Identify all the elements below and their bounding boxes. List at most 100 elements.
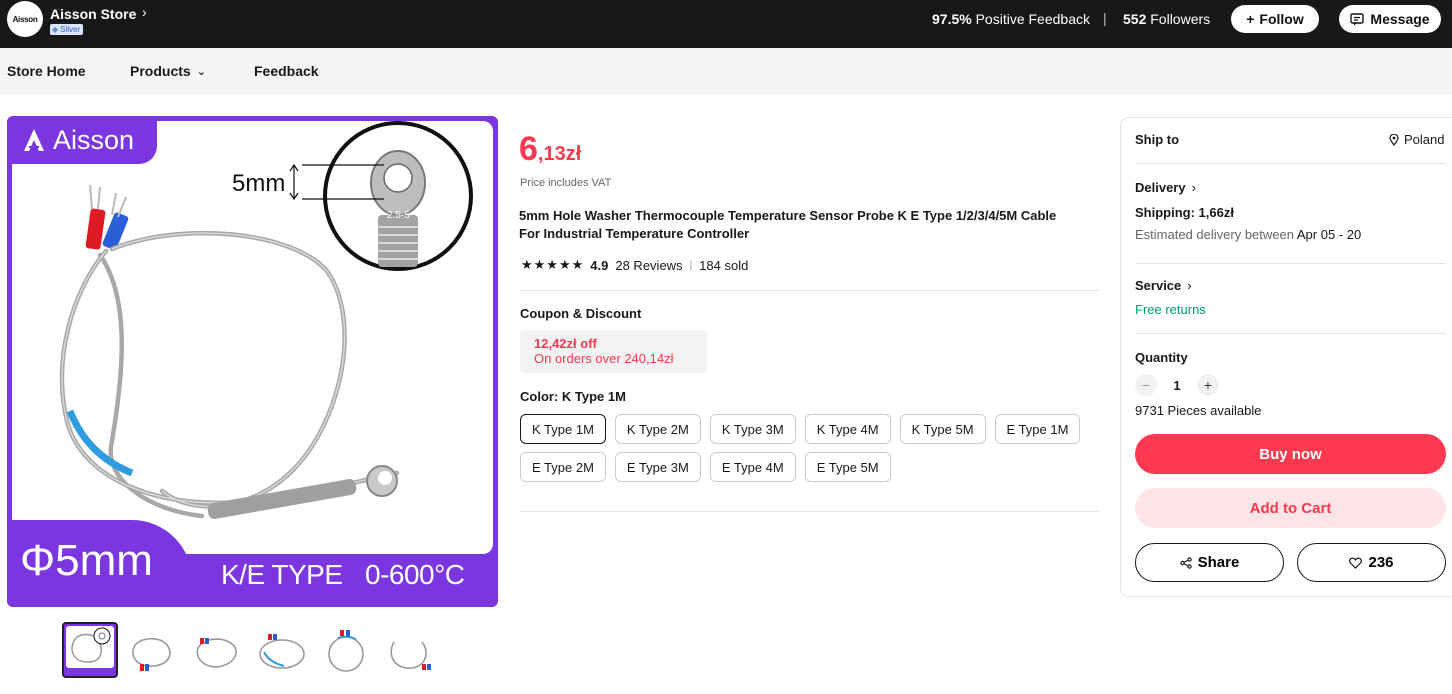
reviews-link[interactable]: 28 Reviews: [615, 258, 682, 273]
followers-count: 552: [1123, 11, 1147, 27]
coupon-heading: Coupon & Discount: [520, 306, 642, 321]
thumbnail[interactable]: [318, 622, 374, 678]
nav-feedback[interactable]: Feedback: [254, 63, 319, 79]
color-option[interactable]: E Type 5M: [804, 452, 891, 482]
star-rating-icon: ★★★★★: [521, 257, 585, 272]
color-option[interactable]: E Type 2M: [520, 452, 606, 482]
followers-label: Followers: [1150, 11, 1211, 27]
coupon-amount: 12,42zł off: [534, 336, 597, 351]
product-title: 5mm Hole Washer Thermocouple Temperature…: [519, 208, 1057, 241]
type-label: K/E TYPE: [221, 559, 343, 590]
followers: 552 Followers: [1123, 11, 1210, 27]
chat-icon: [1350, 12, 1365, 25]
follow-button[interactable]: + Follow: [1231, 5, 1319, 33]
nav-products[interactable]: Products ⌄: [130, 63, 206, 79]
decrease-quantity-button[interactable]: −: [1135, 374, 1157, 396]
chevron-right-icon: ›: [1187, 278, 1192, 293]
wishlist-button[interactable]: 236: [1297, 543, 1446, 582]
store-level-badge: ◆ Silver: [50, 24, 84, 35]
store-nav: Store Home Products ⌄ Feedback: [0, 48, 1452, 95]
product-photo-area: 2.5-5 5mm: [12, 121, 493, 554]
thumbnail-strip: [62, 622, 438, 678]
feedback-percent: 97.5%: [932, 11, 972, 27]
divider: [1135, 163, 1446, 164]
shipping-cost: Shipping: 1,66zł: [1135, 205, 1234, 220]
brand-logo-icon: [24, 129, 44, 151]
thumbnail[interactable]: [382, 622, 438, 678]
thumbnail[interactable]: [254, 622, 310, 678]
quantity-stepper: − 1 +: [1135, 374, 1219, 396]
price-integer: 6: [519, 130, 538, 168]
chevron-right-icon[interactable]: ›: [142, 4, 147, 20]
estimated-delivery: Estimated delivery between Apr 05 - 20: [1135, 227, 1361, 242]
wishlist-count: 236: [1368, 554, 1394, 571]
color-option[interactable]: K Type 2M: [614, 414, 701, 444]
header-divider: |: [1103, 10, 1107, 26]
color-heading: Color: K Type 1M: [520, 389, 626, 404]
rating-value: 4.9: [590, 257, 609, 273]
chevron-down-icon: ⌄: [196, 66, 206, 78]
color-option[interactable]: K Type 5M: [899, 414, 986, 444]
nav-products-label: Products: [130, 63, 191, 79]
divider: [519, 290, 1099, 291]
badge-icon: ◆: [52, 25, 59, 34]
share-icon: [1179, 556, 1192, 569]
location-pin-icon: [1389, 133, 1399, 146]
est-dates: Apr 05 - 20: [1296, 227, 1362, 242]
service-link[interactable]: Service ›: [1135, 278, 1192, 293]
quantity-label: Quantity: [1135, 350, 1188, 365]
divider: [1135, 263, 1446, 264]
destination-label: Poland: [1404, 132, 1445, 147]
message-button[interactable]: Message: [1339, 5, 1441, 33]
thermocouple-illustration: 2.5-5 5mm: [59, 121, 473, 519]
est-prefix: Estimated delivery between: [1135, 227, 1294, 242]
coupon-condition: On orders over 240,14zł: [534, 351, 674, 366]
share-label: Share: [1197, 554, 1240, 571]
rating-separator: |: [689, 259, 693, 271]
store-header: Aisson Aisson Store › ◆ Silver 97.5% Posi…: [0, 0, 1452, 48]
vat-note: Price includes VAT: [520, 177, 612, 189]
quantity-value[interactable]: 1: [1173, 378, 1181, 393]
share-button[interactable]: Share: [1135, 543, 1284, 582]
delivery-link[interactable]: Delivery ›: [1135, 180, 1196, 195]
message-label: Message: [1370, 11, 1430, 27]
price-decimal: ,13zł: [537, 143, 582, 165]
thumbnail[interactable]: [190, 622, 246, 678]
ring-size-label: 2.5-5: [387, 210, 410, 221]
buy-now-button[interactable]: Buy now: [1135, 434, 1446, 474]
heart-icon: [1349, 557, 1363, 569]
increase-quantity-button[interactable]: +: [1197, 374, 1219, 396]
ship-destination[interactable]: Poland: [1389, 132, 1444, 147]
delivery-label: Delivery: [1135, 180, 1186, 195]
sold-count: 184 sold: [699, 257, 749, 273]
color-option[interactable]: K Type 1M: [520, 414, 606, 444]
color-option[interactable]: K Type 3M: [709, 414, 796, 444]
ship-to-label: Ship to: [1135, 132, 1180, 147]
coupon-card[interactable]: 12,42zł off On orders over 240,14zł: [520, 330, 707, 373]
color-option[interactable]: E Type 3M: [614, 452, 701, 482]
divider: [519, 511, 1099, 512]
nav-store-home[interactable]: Store Home: [7, 63, 86, 79]
store-logo[interactable]: Aisson: [7, 1, 43, 37]
positive-feedback: 97.5% Positive Feedback: [932, 11, 1090, 27]
add-to-cart-button[interactable]: Add to Cart: [1135, 488, 1446, 528]
range-label: 0-600°C: [365, 559, 465, 590]
color-option[interactable]: E Type 4M: [709, 452, 796, 482]
brand-tab: Aisson: [7, 116, 157, 164]
service-label: Service: [1135, 278, 1182, 293]
feedback-label: Positive Feedback: [975, 11, 1090, 27]
rating-row: ★★★★★ 4.9 28 Reviews | 184 sold: [521, 257, 748, 273]
color-option[interactable]: K Type 4M: [804, 414, 891, 444]
thumbnail[interactable]: [126, 622, 182, 678]
store-name-link[interactable]: Aisson Store: [50, 6, 136, 22]
chevron-right-icon: ›: [1191, 180, 1196, 195]
thumbnail[interactable]: [62, 622, 118, 678]
follow-label: Follow: [1259, 11, 1304, 27]
divider: [1135, 333, 1446, 334]
brand-name: Aisson: [53, 124, 135, 155]
product-main-image[interactable]: 2.5-5 5mm Aisson Φ5mm K/E TYPE 0-600°C: [7, 116, 498, 607]
color-option[interactable]: E Type 1M: [994, 414, 1081, 444]
plus-icon: +: [1246, 11, 1255, 27]
store-badge-label: Silver: [60, 25, 81, 34]
product-price: 6,13zł: [519, 130, 581, 169]
